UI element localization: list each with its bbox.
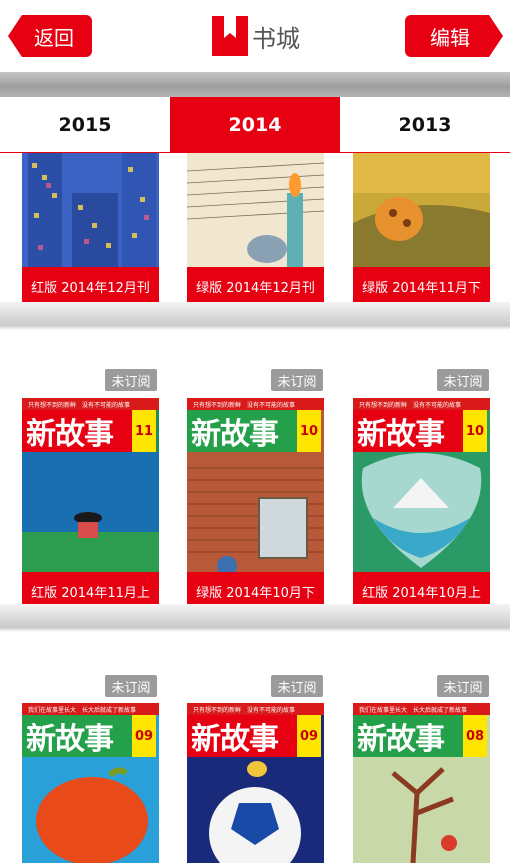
book-item[interactable]: 绿版 2014年12月刊: [187, 153, 324, 309]
issue-number: 09: [297, 715, 321, 757]
bookstore-logo-icon: [212, 16, 248, 56]
magazine-masthead: 我们在故事里长大 长大后就成了新故事 新故事 08: [353, 703, 490, 763]
magazine-masthead: 我们在故事里长大 长大后就成了新故事 新故事 09: [22, 703, 159, 763]
edit-button[interactable]: 编辑: [405, 15, 503, 57]
book-item[interactable]: 只有想不到的新鲜 没有不可能的故事 新故事 11 红版 2014年11月上: [22, 398, 159, 616]
unsubscribed-badge: 未订阅: [271, 369, 323, 391]
unsubscribed-badge: 未订阅: [437, 675, 489, 697]
book-title: 绿版 2014年11月下: [353, 267, 490, 305]
book-item[interactable]: 我们在故事里长大 长大后就成了新故事 新故事 09: [22, 703, 159, 863]
magazine-masthead: 只有想不到的新鲜 没有不可能的故事 新故事 10: [187, 398, 324, 458]
magazine-masthead: 只有想不到的新鲜 没有不可能的故事 新故事 11: [22, 398, 159, 458]
masthead-title: 新故事: [22, 715, 132, 757]
tab-2013[interactable]: 2013: [340, 97, 510, 152]
magazine-masthead: 只有想不到的新鲜 没有不可能的故事 新故事 10: [353, 398, 490, 458]
tab-2014[interactable]: 2014: [170, 97, 340, 152]
book-item[interactable]: 只有想不到的新鲜 没有不可能的故事 新故事 10 红版 2014年10月上: [353, 398, 490, 616]
unsubscribed-badge: 未订阅: [105, 369, 157, 391]
issue-number: 10: [297, 410, 321, 452]
cover-image: [353, 153, 490, 271]
book-item[interactable]: 红版 2014年12月刊: [22, 153, 159, 309]
back-button[interactable]: 返回: [8, 15, 92, 57]
book-title: 绿版 2014年12月刊: [187, 267, 324, 305]
issue-number: 11: [132, 410, 156, 452]
title-group: 书城: [212, 15, 300, 57]
unsubscribed-badge: 未订阅: [271, 675, 323, 697]
masthead-title: 新故事: [187, 410, 297, 452]
masthead-title: 新故事: [353, 410, 463, 452]
masthead-title: 新故事: [22, 410, 132, 452]
book-item[interactable]: 只有想不到的新鲜 没有不可能的故事 新故事 10 绿版 2014年10月下: [187, 398, 324, 616]
top-shelf-band: [0, 72, 510, 98]
cover-image: [22, 153, 159, 271]
issue-number: 08: [463, 715, 487, 757]
top-bar: 返回 书城 编辑: [0, 0, 510, 72]
unsubscribed-badge: 未订阅: [437, 369, 489, 391]
cover-image: [187, 153, 324, 271]
shelf: [0, 302, 510, 330]
page-title: 书城: [252, 24, 300, 53]
issue-number: 10: [463, 410, 487, 452]
tab-2015[interactable]: 2015: [0, 97, 170, 152]
magazine-masthead: 只有想不到的新鲜 没有不可能的故事 新故事 09: [187, 703, 324, 763]
issue-number: 09: [132, 715, 156, 757]
masthead-title: 新故事: [353, 715, 463, 757]
book-title: 红版 2014年12月刊: [22, 267, 159, 305]
book-item[interactable]: 绿版 2014年11月下: [353, 153, 490, 309]
book-item[interactable]: 我们在故事里长大 长大后就成了新故事 新故事 08: [353, 703, 490, 863]
shelf: [0, 604, 510, 632]
unsubscribed-badge: 未订阅: [105, 675, 157, 697]
book-item[interactable]: 只有想不到的新鲜 没有不可能的故事 新故事 09: [187, 703, 324, 863]
year-tabs: 2015 2014 2013: [0, 97, 510, 153]
masthead-title: 新故事: [187, 715, 297, 757]
